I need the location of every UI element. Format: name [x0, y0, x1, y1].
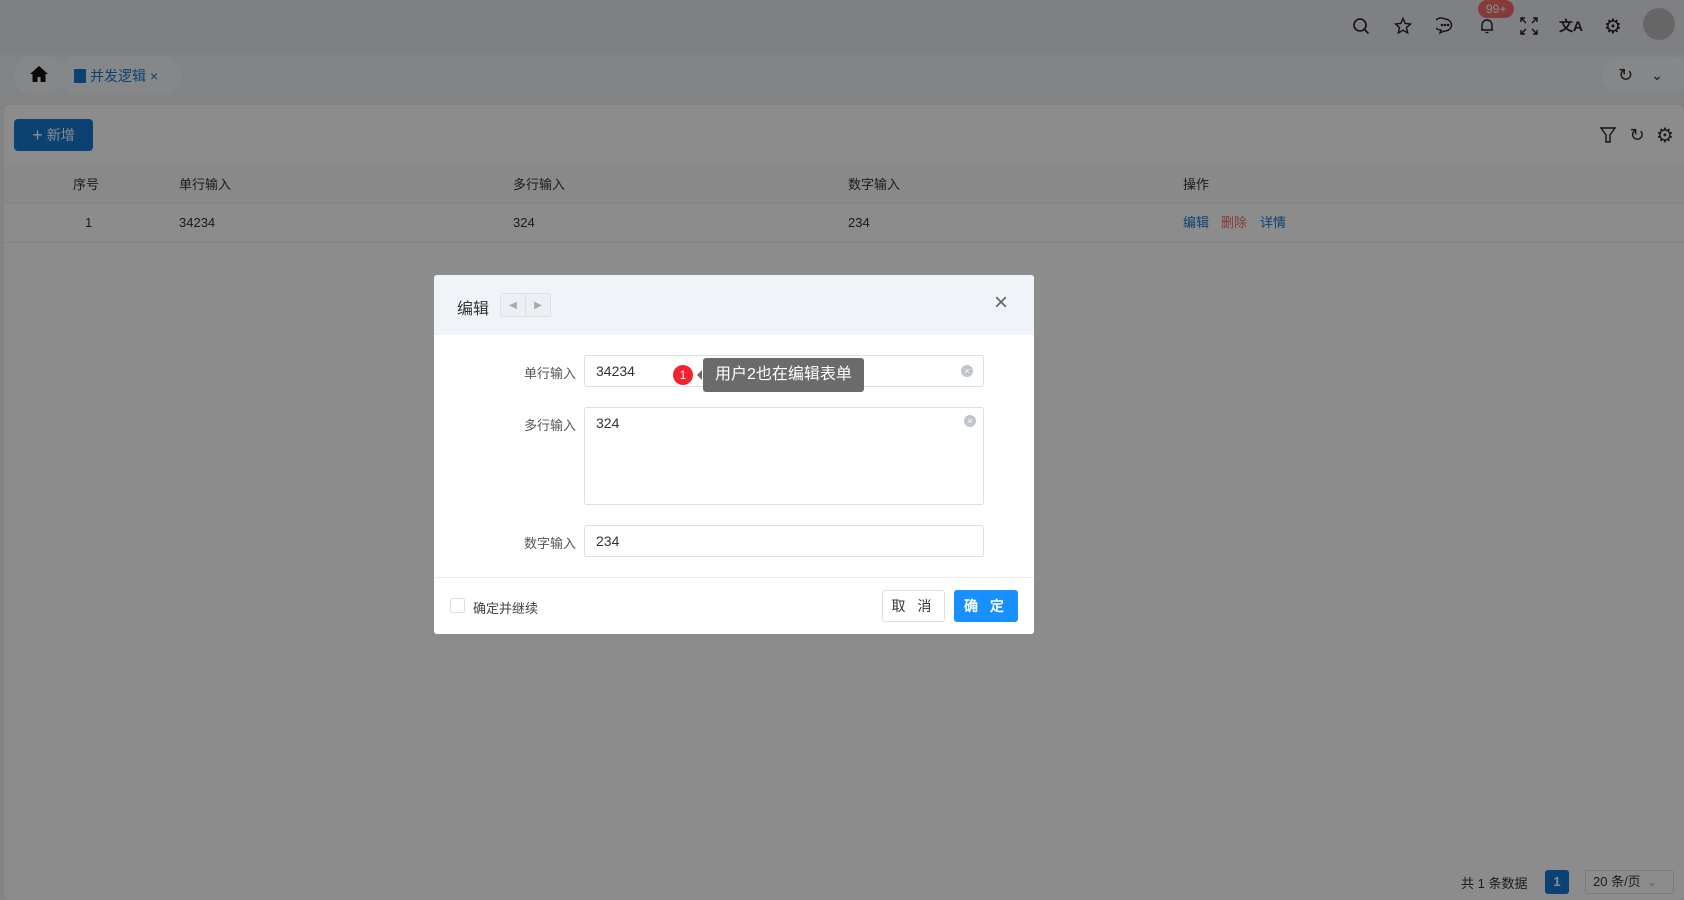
edit-modal: 编辑 ◀ ▶ × 单行输入 34234 × 多行输入 324 × 数字输入 234 确…	[434, 275, 1034, 634]
record-nav: ◀ ▶	[500, 293, 551, 317]
input-value: 324	[596, 415, 620, 431]
prev-record-icon[interactable]: ◀	[501, 294, 526, 316]
number-input[interactable]: 234	[584, 525, 984, 557]
clear-icon[interactable]: ×	[961, 365, 973, 377]
continue-checkbox[interactable]	[450, 598, 465, 613]
modal-footer-divider	[434, 577, 1034, 578]
field-label: 单行输入	[523, 366, 576, 381]
input-value: 34234	[596, 363, 635, 379]
close-icon[interactable]: ×	[994, 291, 1008, 315]
next-record-icon[interactable]: ▶	[526, 294, 550, 316]
field-label: 数字输入	[523, 536, 576, 551]
editor-count-badge: 1	[673, 365, 693, 385]
multi-line-input[interactable]: 324 ×	[584, 407, 984, 505]
modal-header: 编辑 ◀ ▶ ×	[434, 275, 1034, 335]
field-label: 多行输入	[523, 418, 576, 433]
concurrent-edit-tooltip: 用户2也在编辑表单	[697, 358, 864, 392]
modal-title: 编辑	[457, 301, 490, 318]
ok-button[interactable]: 确 定	[954, 590, 1018, 622]
cancel-button[interactable]: 取 消	[882, 590, 945, 622]
clear-icon[interactable]: ×	[964, 415, 976, 427]
input-value: 234	[596, 533, 620, 549]
continue-label: 确定并继续	[473, 601, 539, 616]
